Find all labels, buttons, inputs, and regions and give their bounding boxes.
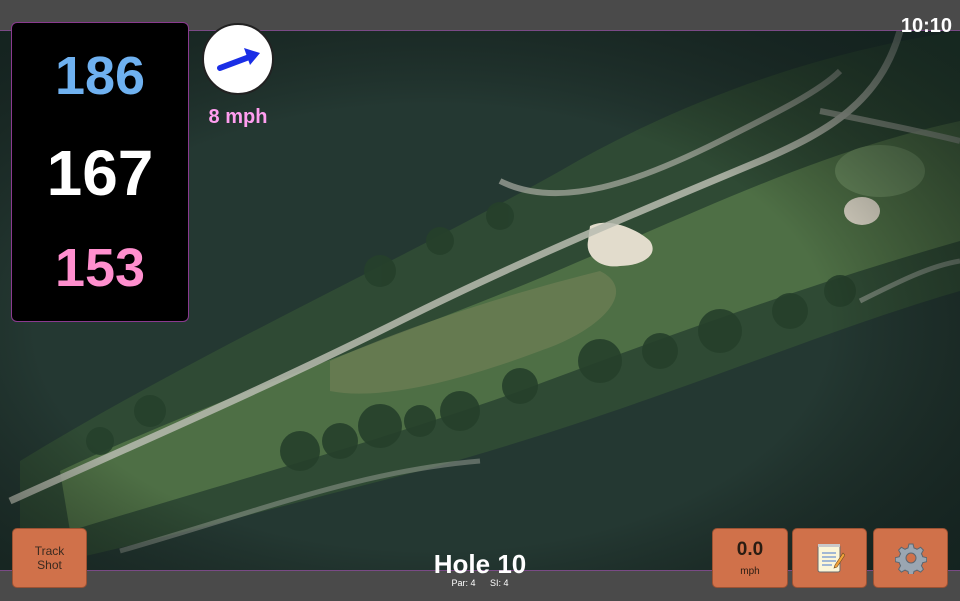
stroke-index-label: SI: 4 [490,578,509,588]
notepad-icon [817,544,845,573]
notes-button[interactable] [792,528,867,588]
track-shot-label: Track Shot [34,544,65,572]
swing-speed-button[interactable]: 0.0 mph [712,528,788,588]
speed-value: 0.0 [736,539,764,560]
speed-unit: mph [740,566,760,577]
par-label: Par: 4 [451,578,476,588]
hole-info: Par: 4 SI: 4 [380,578,580,588]
clock: 10:10 [900,15,952,37]
back-distance: 186 [54,46,146,106]
track-shot-button[interactable]: Track Shot [12,528,87,588]
middle-distance: 167 [46,137,154,209]
gear-icon [894,543,927,574]
hole-title: Hole 10 [433,549,527,579]
distance-panel: 186 167 153 [11,22,189,322]
front-distance: 153 [54,238,146,298]
wind-speed-label: 8 mph [208,106,268,128]
settings-button[interactable] [873,528,948,588]
wind-indicator [202,23,274,95]
wind-arrow-icon [217,48,260,71]
